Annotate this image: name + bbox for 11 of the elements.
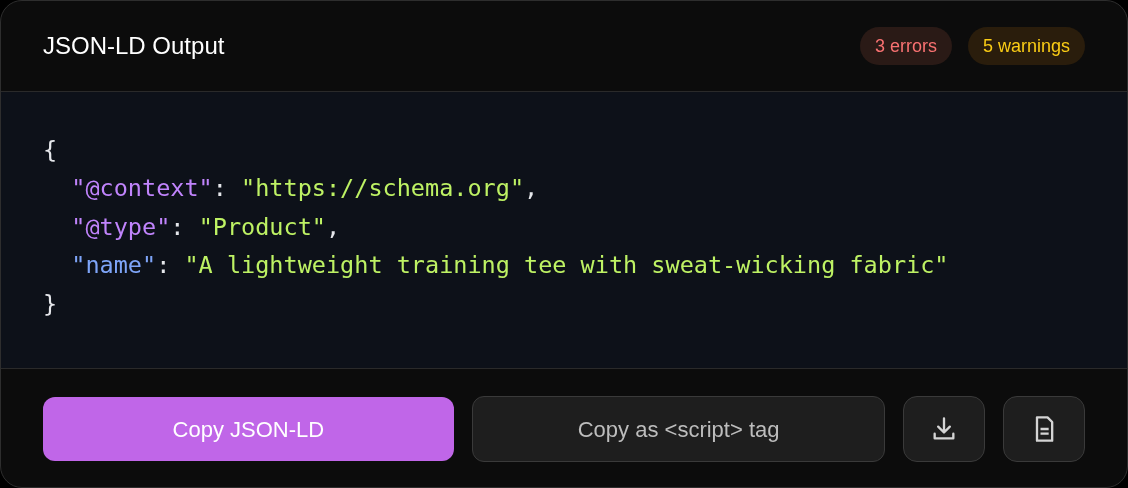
code-line: "@type": "Product", xyxy=(71,211,341,243)
code-line: "@context": "https://schema.org", xyxy=(71,173,539,205)
panel-title: JSON-LD Output xyxy=(43,31,225,61)
copy-script-button[interactable]: Copy as <script> tag xyxy=(471,396,886,462)
error-count-badge: 3 errors xyxy=(859,27,952,65)
document-button[interactable] xyxy=(1003,396,1085,462)
code-line: { xyxy=(43,134,58,166)
download-button[interactable] xyxy=(903,396,986,462)
code-line: "name": "A lightweight training tee with sweat-wicking fabric" xyxy=(71,250,949,282)
warning-count-badge: 5 warnings xyxy=(967,27,1085,65)
code-line: } xyxy=(43,288,58,320)
